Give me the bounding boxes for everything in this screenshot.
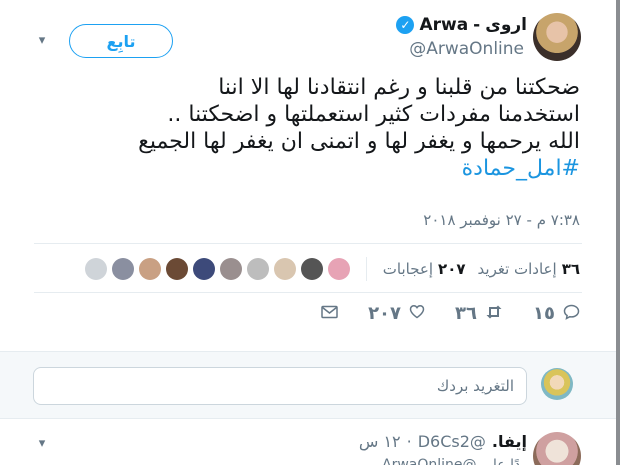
envelope-icon bbox=[321, 304, 338, 323]
liker-avatar[interactable] bbox=[165, 258, 188, 280]
liker-avatar[interactable] bbox=[84, 258, 107, 280]
like-action[interactable]: ٢٠٧ bbox=[368, 303, 425, 324]
likes-label: إعجابات bbox=[382, 260, 434, 278]
divider bbox=[34, 292, 582, 293]
direct-message-action[interactable] bbox=[321, 304, 338, 323]
reply-header: إيفا. @D6Cs2 · ١٢ س bbox=[359, 432, 527, 451]
retweets-stat[interactable]: ٣٦ إعادات تغريد bbox=[478, 260, 580, 278]
retweets-count: ٣٦ bbox=[561, 260, 580, 278]
follow-button[interactable]: تابِع bbox=[69, 24, 173, 58]
author-name-separator: - bbox=[473, 15, 481, 35]
author-name-row[interactable]: اروى - Arwa ✓ bbox=[396, 13, 527, 37]
reply-author-handle[interactable]: @D6Cs2 bbox=[418, 432, 486, 451]
author-name-english[interactable]: Arwa bbox=[419, 15, 468, 35]
retweet-count: ٣٦ bbox=[455, 303, 478, 324]
liker-avatar[interactable] bbox=[273, 258, 296, 280]
reply-dot-separator: · bbox=[406, 432, 412, 451]
verified-badge-icon: ✓ bbox=[396, 16, 415, 34]
reply-author-avatar[interactable] bbox=[533, 432, 581, 465]
tweet-actions: ١٥ ٣٦ ٢٠٧ bbox=[291, 303, 580, 324]
divider bbox=[0, 418, 616, 419]
liker-avatar[interactable] bbox=[192, 258, 215, 280]
liker-avatar[interactable] bbox=[246, 258, 269, 280]
stats-separator bbox=[365, 257, 367, 281]
liker-avatar[interactable] bbox=[219, 258, 242, 280]
like-count: ٢٠٧ bbox=[368, 303, 402, 324]
tweet-stats: ٣٦ إعادات تغريد ٢٠٧ إعجابات bbox=[84, 257, 580, 281]
author-handle[interactable]: @ArwaOnline bbox=[409, 39, 524, 59]
likers-avatars[interactable] bbox=[84, 258, 350, 280]
hashtag-link[interactable]: #امل_حمادة bbox=[20, 155, 580, 182]
reply-author-name[interactable]: إيفا. bbox=[492, 432, 527, 451]
likes-stat[interactable]: ٢٠٧ إعجابات bbox=[383, 260, 466, 278]
liker-avatar[interactable] bbox=[300, 258, 323, 280]
reply-bubble-icon bbox=[563, 304, 580, 324]
author-avatar[interactable] bbox=[533, 13, 581, 61]
reply-time[interactable]: ١٢ س bbox=[359, 432, 401, 451]
tweet-timestamp[interactable]: ٧:٣٨ م - ٢٧ نوفمبر ٢٠١٨ bbox=[423, 211, 580, 229]
liker-avatar[interactable] bbox=[327, 258, 350, 280]
current-user-avatar[interactable] bbox=[541, 368, 573, 400]
reply-count: ١٥ bbox=[533, 303, 555, 324]
author-name-arabic[interactable]: اروى bbox=[485, 15, 527, 35]
heart-icon bbox=[409, 304, 425, 323]
window-scrollbar-edge bbox=[616, 0, 620, 465]
retweet-action[interactable]: ٣٦ bbox=[455, 303, 503, 324]
reply-menu-chevron-down-icon[interactable]: ▾ bbox=[34, 436, 50, 451]
reply-action[interactable]: ١٥ bbox=[533, 303, 580, 324]
divider bbox=[34, 243, 582, 244]
reply-context: ردًا على @ArwaOnline bbox=[382, 457, 527, 465]
liker-avatar[interactable] bbox=[138, 258, 161, 280]
likes-count: ٢٠٧ bbox=[438, 260, 466, 278]
retweets-label: إعادات تغريد bbox=[477, 260, 557, 278]
tweet-text-line: استخدمنا مفردات كثير استعملتها و اضحكتنا… bbox=[167, 102, 580, 127]
tweet-text-line: ضحكتنا من قلبنا و رغم انتقادنا لها الا ا… bbox=[218, 75, 580, 100]
tweet-text: ضحكتنا من قلبنا و رغم انتقادنا لها الا ا… bbox=[20, 74, 580, 182]
retweet-icon bbox=[485, 304, 503, 324]
tweet-text-line: الله يرحمها و يغفر لها و اتمنى ان يغفر ل… bbox=[138, 129, 580, 154]
tweet-menu-chevron-down-icon[interactable]: ▾ bbox=[34, 33, 50, 48]
reply-input[interactable]: التغريد بردك bbox=[33, 367, 527, 405]
liker-avatar[interactable] bbox=[111, 258, 134, 280]
